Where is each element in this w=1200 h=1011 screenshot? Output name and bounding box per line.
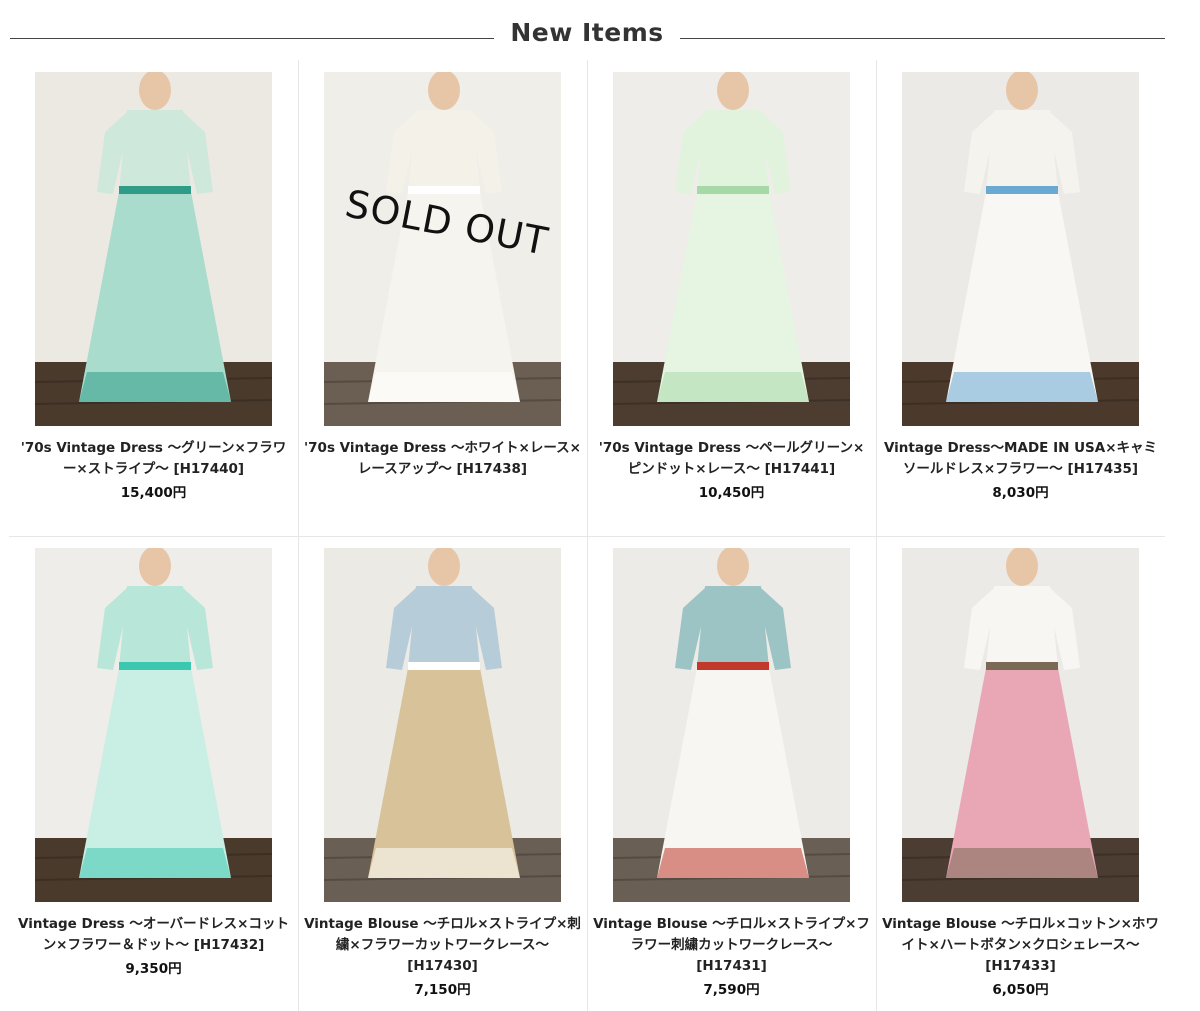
- product-image[interactable]: [35, 548, 272, 902]
- product-image[interactable]: [613, 548, 850, 902]
- product-card[interactable]: '70s Vintage Dress ～グリーン×フラワー×ストライプ～ [H1…: [9, 60, 298, 536]
- product-card[interactable]: SOLD OUT '70s Vintage Dress ～ホワイト×レース×レース…: [298, 60, 587, 536]
- product-image[interactable]: [613, 72, 850, 426]
- product-price: 10,450円: [698, 485, 765, 501]
- product-name[interactable]: '70s Vintage Dress ～グリーン×フラワー×ストライプ～ [H1…: [15, 438, 292, 480]
- product-price: 8,030円: [992, 485, 1049, 501]
- header-rule-left: [10, 38, 494, 39]
- product-name[interactable]: Vintage Blouse ～チロル×コットン×ホワイト×ハートボタン×クロシ…: [882, 914, 1159, 977]
- product-image[interactable]: SOLD OUT: [324, 72, 561, 426]
- product-name[interactable]: Vintage Dress～MADE IN USA×キャミソールドレス×フラワー…: [882, 438, 1159, 480]
- product-name[interactable]: '70s Vintage Dress ～ホワイト×レース×レースアップ～ [H1…: [304, 438, 581, 480]
- product-image[interactable]: [902, 72, 1139, 426]
- product-price: 15,400円: [120, 485, 187, 501]
- product-card[interactable]: '70s Vintage Dress ～ペールグリーン×ピンドット×レース～ […: [587, 60, 876, 536]
- product-image[interactable]: [35, 72, 272, 426]
- section-title: New Items: [510, 18, 664, 47]
- product-card[interactable]: Vintage Dress～MADE IN USA×キャミソールドレス×フラワー…: [876, 60, 1165, 536]
- product-image[interactable]: [324, 548, 561, 902]
- product-card[interactable]: Vintage Blouse ～チロル×ストライプ×フラワー刺繍カットワークレー…: [587, 536, 876, 1011]
- product-card[interactable]: Vintage Blouse ～チロル×ストライプ×刺繍×フラワーカットワークレ…: [298, 536, 587, 1011]
- product-card[interactable]: Vintage Blouse ～チロル×コットン×ホワイト×ハートボタン×クロシ…: [876, 536, 1165, 1011]
- product-price: 6,050円: [992, 982, 1049, 998]
- header-rule-right: [680, 38, 1165, 39]
- product-image[interactable]: [902, 548, 1139, 902]
- product-grid: '70s Vintage Dress ～グリーン×フラワー×ストライプ～ [H1…: [9, 60, 1165, 1011]
- product-name[interactable]: '70s Vintage Dress ～ペールグリーン×ピンドット×レース～ […: [593, 438, 870, 480]
- product-price: 9,350円: [125, 961, 182, 977]
- product-name[interactable]: Vintage Dress ～オーバードレス×コットン×フラワー＆ドット～ [H…: [15, 914, 292, 956]
- product-price: 7,150円: [414, 982, 471, 998]
- product-name[interactable]: Vintage Blouse ～チロル×ストライプ×刺繍×フラワーカットワークレ…: [304, 914, 581, 977]
- product-card[interactable]: Vintage Dress ～オーバードレス×コットン×フラワー＆ドット～ [H…: [9, 536, 298, 1011]
- product-name[interactable]: Vintage Blouse ～チロル×ストライプ×フラワー刺繍カットワークレー…: [593, 914, 870, 977]
- product-price: 7,590円: [703, 982, 760, 998]
